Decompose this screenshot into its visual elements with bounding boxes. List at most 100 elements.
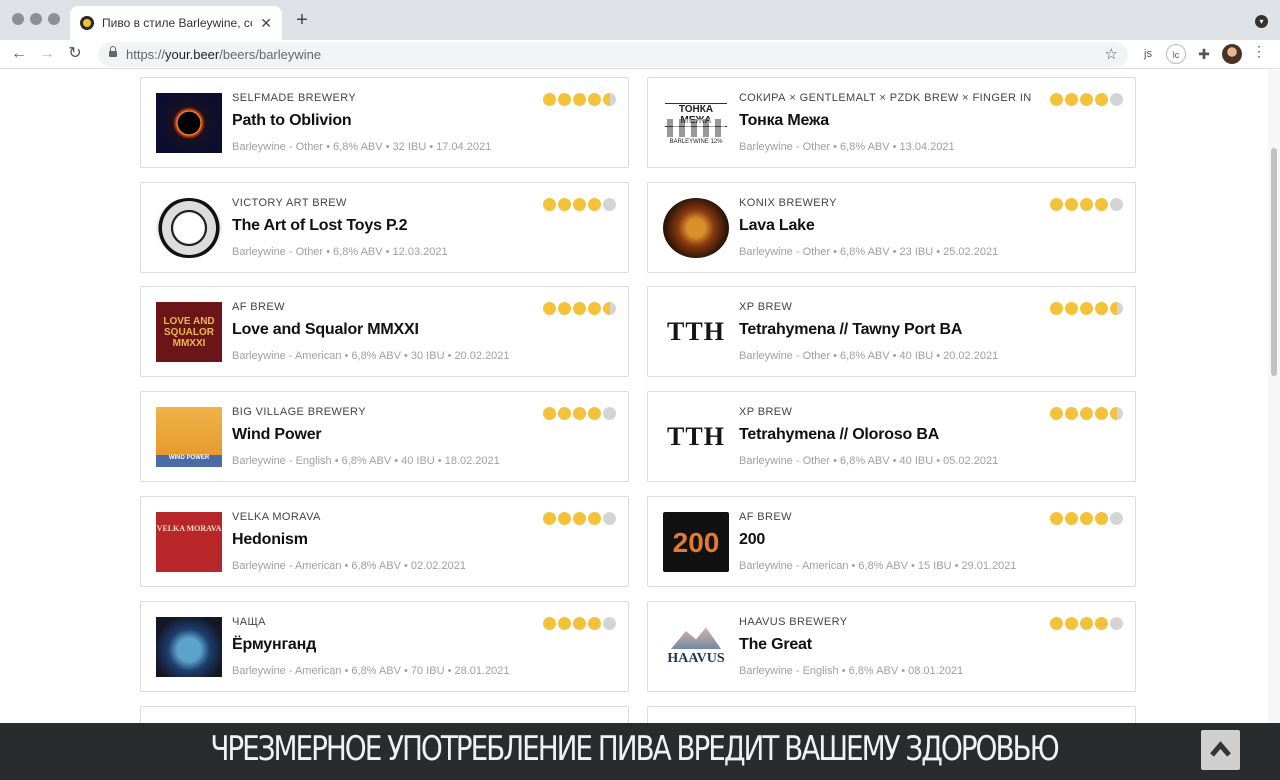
brewery-name[interactable]: SELFMADE BREWERY — [232, 92, 356, 104]
rating-dot — [1080, 512, 1093, 525]
beer-name[interactable]: Тонка Межа — [739, 112, 829, 130]
beer-label-image[interactable] — [156, 198, 222, 258]
address-bar[interactable]: https://your.beer/beers/barleywine ☆ — [98, 42, 1128, 67]
rating-dot — [1095, 617, 1108, 630]
site-favicon-icon — [80, 16, 94, 30]
brewery-name[interactable]: XP BREW — [739, 301, 792, 313]
rating-dot — [1080, 93, 1093, 106]
rating-dot — [603, 302, 616, 315]
beer-label-image[interactable]: LOVE AND SQUALOR MMXXI — [156, 302, 222, 362]
beer-card[interactable]: TTH XP BREW Tetrahymena // Tawny Port BA Ba… — [647, 286, 1136, 377]
beer-name[interactable]: Tetrahymena // Tawny Port BA — [739, 321, 962, 339]
rating-dots — [541, 93, 616, 106]
rating-dot — [543, 93, 556, 106]
brewery-name[interactable]: СОКИРА × GENTLEMALT × PZDK BREW × FINGER… — [739, 92, 1032, 104]
brewery-name[interactable]: HAAVUS BREWERY — [739, 616, 848, 628]
beer-name[interactable]: 200 — [739, 531, 765, 549]
tab-close-icon[interactable]: ✕ — [260, 15, 272, 32]
js-extension-icon[interactable]: js — [1138, 44, 1158, 64]
health-warning-banner: ЧРЕЗМЕРНОЕ УПОТРЕБЛЕНИЕ ПИВА ВРЕДИТ ВАШЕ… — [0, 723, 1268, 780]
brewery-name[interactable]: VICTORY ART BREW — [232, 197, 347, 209]
rating-dot — [573, 302, 586, 315]
beer-card[interactable]: ЧАЩА Ёрмунганд Barleywine - American • 6,8… — [140, 601, 629, 692]
beer-label-image[interactable] — [663, 198, 729, 258]
beer-label-image[interactable]: TTH — [663, 302, 729, 362]
brewery-name[interactable]: AF BREW — [232, 301, 285, 313]
beer-card[interactable]: WIND POWER BIG VILLAGE BREWERY Wind Power B… — [140, 391, 629, 482]
close-window-button[interactable] — [12, 13, 24, 25]
bookmark-star-icon[interactable]: ☆ — [1105, 45, 1118, 63]
new-tab-icon[interactable]: + — [292, 9, 312, 32]
brewery-name[interactable]: ЧАЩА — [232, 616, 266, 628]
rating-dot — [558, 302, 571, 315]
beer-label-image[interactable]: ТОНКА МЕЖАBARLEYWINE 12% — [663, 93, 729, 153]
brewery-name[interactable]: XP BREW — [739, 406, 792, 418]
rating-dots — [541, 407, 616, 420]
beer-name[interactable]: Tetrahymena // Oloroso BA — [739, 426, 939, 444]
tab-search-icon[interactable]: ▾ — [1255, 15, 1268, 28]
profile-avatar[interactable] — [1222, 44, 1242, 64]
brewery-name[interactable]: BIG VILLAGE BREWERY — [232, 406, 366, 418]
more-menu-icon[interactable]: ⋮ — [1252, 43, 1266, 60]
beer-card[interactable]: LOVE AND SQUALOR MMXXI AF BREW Love and Sq… — [140, 286, 629, 377]
beer-label-image[interactable]: HAAVUS — [663, 617, 729, 677]
rating-dots — [1048, 198, 1123, 211]
brewery-name[interactable]: AF BREW — [739, 511, 792, 523]
beer-name[interactable]: The Great — [739, 636, 812, 654]
beer-label-image[interactable]: VELKA MORAVA — [156, 512, 222, 572]
scrollbar-thumb[interactable] — [1271, 148, 1277, 376]
browser-tab-bar: Пиво в стиле Barleywine, сор ✕ + ▾ — [0, 0, 1280, 40]
beer-label-image[interactable]: WIND POWER — [156, 407, 222, 467]
rating-dot — [1065, 302, 1078, 315]
beer-name[interactable]: Wind Power — [232, 426, 322, 444]
beer-card[interactable]: KONIX BREWERY Lava Lake Barleywine - Other… — [647, 182, 1136, 273]
page-content: SELFMADE BREWERY Path to Oblivion Barleywi… — [0, 70, 1268, 780]
rating-dot — [573, 512, 586, 525]
beer-name[interactable]: Love and Squalor MMXXI — [232, 321, 419, 339]
beer-card[interactable]: VICTORY ART BREW The Art of Lost Toys P.2… — [140, 182, 629, 273]
beer-card[interactable]: HAAVUS HAAVUS BREWERY The Great Barleywine … — [647, 601, 1136, 692]
beer-label-image[interactable] — [156, 617, 222, 677]
beer-label-image[interactable] — [156, 93, 222, 153]
rating-dot — [1065, 407, 1078, 420]
back-arrow-icon[interactable]: ← — [8, 43, 30, 65]
rating-dot — [1065, 617, 1078, 630]
beer-card[interactable]: 200 AF BREW 200 Barleywine - American • 6,8… — [647, 496, 1136, 587]
active-tab[interactable]: Пиво в стиле Barleywine, сор ✕ — [70, 6, 282, 40]
rating-dot — [573, 617, 586, 630]
beer-meta: Barleywine - American • 6,8% ABV • 15 IB… — [739, 560, 1017, 572]
tab-title: Пиво в стиле Barleywine, сор — [102, 16, 252, 30]
beer-card[interactable]: VELKA MORAVA VELKA MORAVA Hedonism Barleywi… — [140, 496, 629, 587]
extensions-puzzle-icon[interactable]: ✚ — [1194, 44, 1214, 64]
beer-name[interactable]: Hedonism — [232, 531, 308, 549]
minimize-window-button[interactable] — [30, 13, 42, 25]
extension-icon[interactable]: lc — [1166, 44, 1186, 64]
forward-arrow-icon[interactable]: → — [36, 43, 58, 65]
rating-dots — [1048, 407, 1123, 420]
page-scrollbar[interactable] — [1268, 70, 1280, 723]
beer-name[interactable]: The Art of Lost Toys P.2 — [232, 217, 408, 235]
beer-name[interactable]: Ёрмунганд — [232, 636, 316, 654]
lock-icon[interactable] — [109, 46, 117, 58]
beer-name[interactable]: Lava Lake — [739, 217, 815, 235]
zoom-window-button[interactable] — [48, 13, 60, 25]
beer-name[interactable]: Path to Oblivion — [232, 112, 352, 130]
rating-dots — [1048, 302, 1123, 315]
rating-dot — [603, 198, 616, 211]
rating-dot — [603, 617, 616, 630]
rating-dot — [588, 617, 601, 630]
reload-icon[interactable]: ↻ — [64, 43, 86, 65]
rating-dot — [588, 512, 601, 525]
rating-dots — [1048, 93, 1123, 106]
rating-dot — [1110, 302, 1123, 315]
beer-label-image[interactable]: 200 — [663, 512, 729, 572]
scroll-to-top-button[interactable] — [1201, 730, 1240, 770]
brewery-name[interactable]: KONIX BREWERY — [739, 197, 837, 209]
beer-card[interactable]: ТОНКА МЕЖАBARLEYWINE 12% СОКИРА × GENTLEM… — [647, 77, 1136, 168]
brewery-name[interactable]: VELKA MORAVA — [232, 511, 321, 523]
rating-dot — [1065, 93, 1078, 106]
beer-card[interactable]: SELFMADE BREWERY Path to Oblivion Barleywi… — [140, 77, 629, 168]
rating-dot — [1080, 198, 1093, 211]
beer-card[interactable]: TTH XP BREW Tetrahymena // Oloroso BA Barle… — [647, 391, 1136, 482]
beer-label-image[interactable]: TTH — [663, 407, 729, 467]
